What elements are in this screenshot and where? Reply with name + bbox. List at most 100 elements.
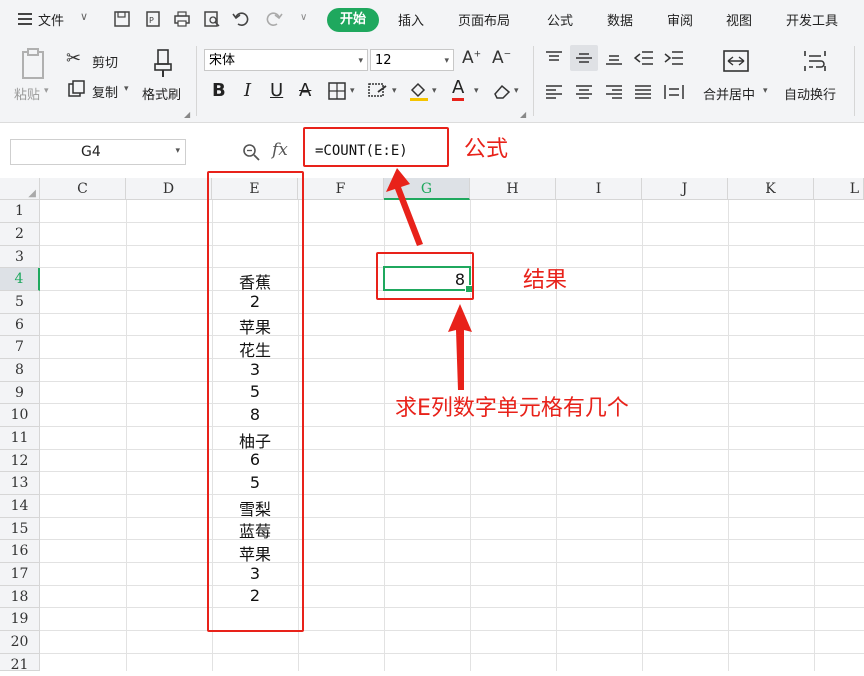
increase-font-icon[interactable]: A+ <box>462 48 481 68</box>
row-header[interactable]: 10 <box>0 404 40 427</box>
paste-button[interactable]: 粘贴 <box>14 84 40 103</box>
row-header[interactable]: 11 <box>0 427 40 450</box>
increase-indent-icon[interactable] <box>664 50 684 66</box>
row-header[interactable]: 8 <box>0 359 40 382</box>
column-header-d[interactable]: D <box>126 178 212 200</box>
redo-icon[interactable] <box>265 10 283 28</box>
cell-style-icon[interactable] <box>368 82 388 100</box>
dialog-launcher-icon[interactable]: ◢ <box>520 110 526 119</box>
tab-data[interactable]: 数据 <box>607 10 633 29</box>
fx-icon[interactable]: fx <box>272 140 288 160</box>
copy-button[interactable]: 复制 <box>92 82 118 101</box>
chevron-down-icon[interactable]: ▾ <box>474 86 479 96</box>
bold-icon[interactable]: B <box>212 80 226 101</box>
justify-icon[interactable] <box>634 84 652 100</box>
row-header[interactable]: 1 <box>0 200 40 223</box>
tab-page-layout[interactable]: 页面布局 <box>458 10 510 29</box>
row-header[interactable]: 17 <box>0 563 40 586</box>
tab-review[interactable]: 审阅 <box>667 10 693 29</box>
underline-icon[interactable]: U <box>270 80 283 101</box>
align-right-icon[interactable] <box>605 84 623 100</box>
italic-icon[interactable]: I <box>244 80 251 101</box>
merge-center-icon[interactable] <box>722 48 750 74</box>
copy-icon[interactable] <box>68 80 86 98</box>
row-header[interactable]: 18 <box>0 586 40 608</box>
chevron-down-icon[interactable]: ▾ <box>444 50 449 72</box>
tab-home[interactable]: 开始 <box>327 8 379 32</box>
column-header-l[interactable]: L <box>814 178 864 200</box>
print-icon[interactable] <box>173 10 191 28</box>
chevron-down-icon[interactable]: ∨ <box>300 12 307 23</box>
paste-icon[interactable] <box>20 48 48 80</box>
row-header[interactable]: 21 <box>0 654 40 673</box>
align-left-icon[interactable] <box>545 84 563 100</box>
border-icon[interactable] <box>328 82 346 100</box>
row-header[interactable]: 14 <box>0 495 40 518</box>
row-header[interactable]: 2 <box>0 223 40 246</box>
dialog-launcher-icon[interactable]: ◢ <box>184 110 190 119</box>
print-preview-icon[interactable] <box>203 10 221 28</box>
font-name-select[interactable]: 宋体 ▾ <box>204 49 368 71</box>
save-icon[interactable] <box>113 10 131 28</box>
row-header[interactable]: 16 <box>0 540 40 563</box>
align-bottom-icon[interactable] <box>605 50 623 66</box>
align-center-icon[interactable] <box>575 84 593 100</box>
font-size-select[interactable]: 12 ▾ <box>370 49 454 71</box>
strikethrough-icon[interactable]: A <box>299 80 311 101</box>
chevron-down-icon[interactable]: ▾ <box>432 86 437 96</box>
font-color-icon[interactable]: A <box>452 78 465 101</box>
cut-button[interactable]: 剪切 <box>92 52 118 71</box>
row-header[interactable]: 20 <box>0 631 40 654</box>
column-header-c[interactable]: C <box>40 178 126 200</box>
row-header[interactable]: 13 <box>0 472 40 495</box>
export-pdf-icon[interactable]: P <box>144 10 162 28</box>
row-header[interactable]: 7 <box>0 336 40 359</box>
row-header[interactable]: 3 <box>0 246 40 268</box>
chevron-down-icon[interactable]: ▾ <box>392 86 397 96</box>
row-header[interactable]: 19 <box>0 608 40 631</box>
wrap-text-button[interactable]: 自动换行 <box>784 84 836 103</box>
clear-format-icon[interactable] <box>492 82 512 100</box>
name-box[interactable]: G4 ▾ <box>10 139 186 165</box>
tab-insert[interactable]: 插入 <box>398 10 424 29</box>
chevron-down-icon[interactable]: ▾ <box>175 146 180 156</box>
fill-color-icon[interactable] <box>408 80 430 102</box>
wrap-text-icon[interactable] <box>802 48 828 74</box>
zoom-icon[interactable] <box>242 143 260 161</box>
chevron-down-icon[interactable]: ▾ <box>350 86 355 96</box>
chevron-down-icon[interactable]: ▾ <box>514 86 519 96</box>
tab-view[interactable]: 视图 <box>726 10 752 29</box>
merge-center-button[interactable]: 合并居中 <box>703 84 755 103</box>
column-header-f[interactable]: F <box>298 178 384 200</box>
tab-developer[interactable]: 开发工具 <box>786 10 838 29</box>
file-menu[interactable]: 文件 <box>38 10 64 29</box>
row-header[interactable]: 4 <box>0 268 40 291</box>
undo-icon[interactable] <box>232 10 250 28</box>
chevron-down-icon[interactable]: ▾ <box>44 86 49 96</box>
column-header-i[interactable]: I <box>556 178 642 200</box>
chevron-down-icon[interactable]: ▾ <box>358 50 363 72</box>
decrease-font-icon[interactable]: A− <box>492 48 511 68</box>
row-header[interactable]: 6 <box>0 314 40 336</box>
tab-formulas[interactable]: 公式 <box>547 10 573 29</box>
column-header-k[interactable]: K <box>728 178 814 200</box>
row-header[interactable]: 9 <box>0 382 40 404</box>
hamburger-menu-icon[interactable] <box>18 12 32 26</box>
decrease-indent-icon[interactable] <box>634 50 654 66</box>
chevron-down-icon[interactable]: ▾ <box>763 86 768 96</box>
grid-line <box>40 222 864 223</box>
row-header[interactable]: 15 <box>0 518 40 540</box>
scissors-icon[interactable]: ✂ <box>66 48 81 69</box>
select-all-corner[interactable]: ◢ <box>0 178 40 200</box>
format-painter-icon[interactable] <box>152 48 176 78</box>
row-header[interactable]: 5 <box>0 291 40 314</box>
column-header-h[interactable]: H <box>470 178 556 200</box>
align-top-icon[interactable] <box>545 50 563 66</box>
align-middle-icon[interactable] <box>575 50 593 66</box>
format-painter-button[interactable]: 格式刷 <box>142 84 181 103</box>
column-header-j[interactable]: J <box>642 178 728 200</box>
row-header[interactable]: 12 <box>0 450 40 472</box>
chevron-down-icon[interactable]: ∨ <box>80 10 88 23</box>
chevron-down-icon[interactable]: ▾ <box>124 84 129 94</box>
distributed-align-icon[interactable] <box>664 84 684 100</box>
